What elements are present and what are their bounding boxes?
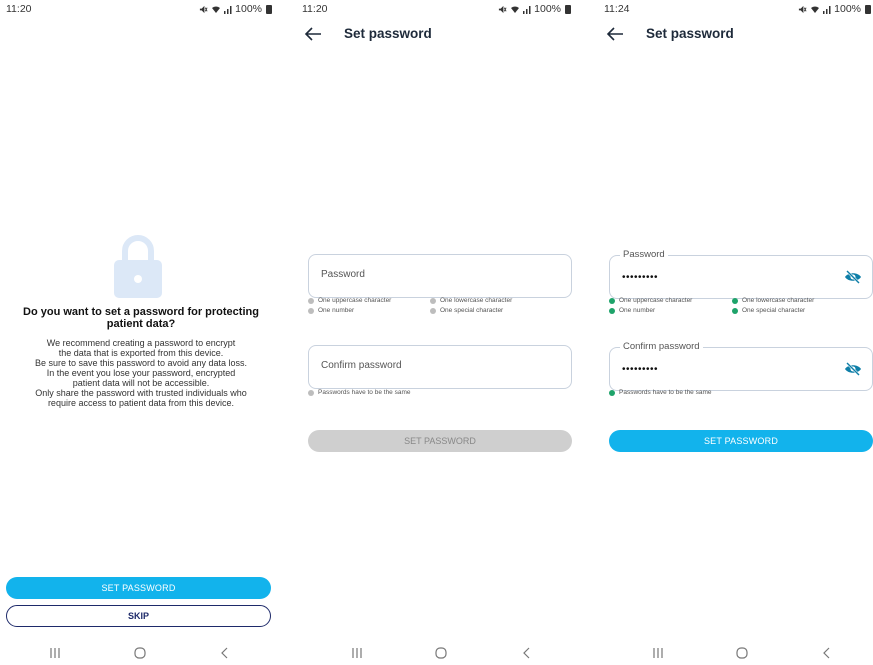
requirement-match: Passwords have to be the same: [308, 389, 411, 396]
requirement-special: One special character: [732, 307, 805, 314]
arrow-left-icon[interactable]: [304, 26, 322, 42]
requirement-label: One special character: [440, 307, 504, 314]
confirm-password-field[interactable]: Confirm password •••••••••: [609, 341, 873, 391]
skip-button[interactable]: SKIP: [6, 605, 271, 627]
set-password-button[interactable]: SET PASSWORD: [6, 577, 271, 599]
system-nav-bar: [296, 645, 581, 663]
system-nav-bar: [598, 645, 873, 663]
set-password-empty-screen: 11:20 100% Set password Password One upp…: [296, 0, 581, 665]
prompt-body-line: Be sure to save this password to avoid a…: [34, 358, 248, 368]
requirement-label: One number: [318, 307, 355, 314]
requirement-label: One lowercase character: [742, 297, 815, 304]
requirement-label: One number: [619, 307, 656, 314]
requirement-met-indicator: [732, 307, 738, 314]
page-title: Set password: [344, 26, 432, 41]
eye-slash-icon[interactable]: [844, 269, 862, 285]
home-icon[interactable]: [434, 645, 448, 661]
recents-icon[interactable]: [651, 645, 665, 661]
home-icon[interactable]: [735, 645, 749, 661]
confirm-password-label: Confirm password: [620, 341, 703, 352]
battery-percent: 100%: [834, 3, 861, 15]
eye-slash-icon[interactable]: [844, 361, 862, 377]
nav-back-icon[interactable]: [520, 645, 534, 661]
requirement-indicator: [430, 307, 436, 314]
requirement-label: Passwords have to be the same: [318, 389, 411, 396]
lock-icon: [114, 235, 162, 298]
status-time: 11:20: [6, 3, 32, 15]
requirement-indicator: [308, 307, 314, 314]
requirement-label: One special character: [742, 307, 806, 314]
requirement-uppercase: One uppercase character: [308, 297, 391, 304]
battery-percent: 100%: [235, 3, 262, 15]
battery-icon: [865, 4, 871, 14]
app-bar: Set password: [296, 22, 581, 46]
wifi-icon: [811, 5, 820, 13]
prompt-title: Do you want to set a password for protec…: [23, 306, 259, 330]
requirement-number: One number: [609, 307, 655, 314]
page-title: Set password: [646, 26, 734, 41]
password-field[interactable]: Password: [308, 254, 572, 298]
status-bar: 11:20 100%: [296, 0, 581, 18]
set-password-button[interactable]: SET PASSWORD: [609, 430, 873, 452]
prompt-body-line: We recommend creating a password to encr…: [46, 338, 236, 348]
requirement-indicator: [430, 297, 436, 304]
signal-icon: [823, 5, 831, 14]
system-nav-bar: [0, 645, 282, 663]
prompt-body: We recommend creating a password to encr…: [6, 338, 276, 408]
password-label: Password: [620, 249, 668, 260]
password-prompt-screen: 11:20 100% Do you want to set a password…: [0, 0, 282, 665]
requirement-label: Passwords have to be the same: [619, 389, 712, 396]
prompt-body-line: require access to patient data from this…: [47, 398, 235, 408]
mute-icon: [799, 5, 807, 13]
prompt-body-line: the data that is exported from this devi…: [58, 348, 224, 358]
signal-icon: [523, 5, 531, 14]
status-bar: 11:24 100%: [598, 0, 873, 18]
prompt-body-line: Only share the password with trusted ind…: [35, 388, 247, 398]
requirement-match: Passwords have to be the same: [609, 389, 712, 396]
prompt-body-line: patient data will not be accessible.: [72, 378, 210, 388]
arrow-left-icon[interactable]: [606, 26, 624, 42]
status-time: 11:24: [604, 3, 630, 15]
recents-icon[interactable]: [48, 645, 62, 661]
prompt-body-line: In the event you lose your password, enc…: [46, 368, 236, 378]
nav-back-icon[interactable]: [218, 645, 232, 661]
confirm-password-placeholder: Confirm password: [321, 360, 402, 371]
requirement-label: One lowercase character: [440, 297, 513, 304]
nav-back-icon[interactable]: [820, 645, 834, 661]
set-password-button-disabled: SET PASSWORD: [308, 430, 572, 452]
mute-icon: [499, 5, 507, 13]
password-placeholder: Password: [321, 269, 365, 280]
requirement-met-indicator: [609, 297, 615, 304]
requirement-lowercase: One lowercase character: [732, 297, 814, 304]
requirement-label: One uppercase character: [619, 297, 693, 304]
wifi-icon: [511, 5, 520, 13]
confirm-password-value: •••••••••: [622, 364, 659, 375]
confirm-password-field[interactable]: Confirm password: [308, 345, 572, 389]
requirement-label: One uppercase character: [318, 297, 392, 304]
requirement-uppercase: One uppercase character: [609, 297, 692, 304]
requirement-met-indicator: [732, 297, 738, 304]
password-value: •••••••••: [622, 272, 659, 283]
status-time: 11:20: [302, 3, 328, 15]
battery-percent: 100%: [534, 3, 561, 15]
requirement-indicator: [308, 297, 314, 304]
home-icon[interactable]: [133, 645, 147, 661]
requirement-special: One special character: [430, 307, 503, 314]
requirement-lowercase: One lowercase character: [430, 297, 512, 304]
status-bar: 11:20 100%: [0, 0, 282, 18]
signal-icon: [224, 5, 232, 14]
recents-icon[interactable]: [350, 645, 364, 661]
requirement-met-indicator: [609, 389, 615, 396]
set-password-filled-screen: 11:24 100% Set password Password •••••••…: [598, 0, 873, 665]
battery-icon: [266, 4, 272, 14]
requirement-met-indicator: [609, 307, 615, 314]
wifi-icon: [212, 5, 221, 13]
password-field[interactable]: Password •••••••••: [609, 249, 873, 299]
mute-icon: [200, 5, 208, 13]
app-bar: Set password: [598, 22, 873, 46]
requirement-indicator: [308, 389, 314, 396]
requirement-number: One number: [308, 307, 354, 314]
battery-icon: [565, 4, 571, 14]
